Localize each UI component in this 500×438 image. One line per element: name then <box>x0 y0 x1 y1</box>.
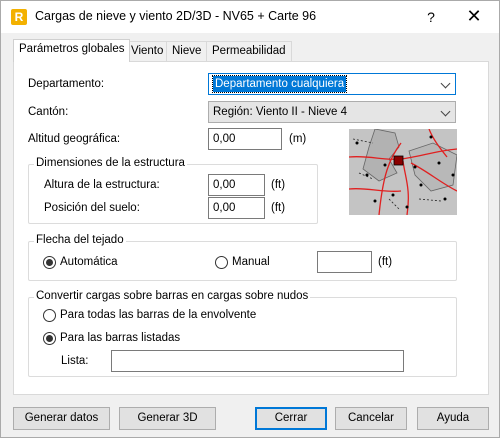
altura-label: Altura de la estructura: <box>44 179 160 191</box>
region-map-image <box>349 129 457 215</box>
tab-permeabilidad[interactable]: Permeabilidad <box>206 41 292 61</box>
todas-barras-radio[interactable] <box>43 309 56 322</box>
app-logo-icon: R <box>11 9 27 25</box>
tab-parametros-globales[interactable]: Parámetros globales <box>13 39 131 62</box>
dimensiones-group <box>28 164 318 224</box>
posicion-input[interactable] <box>208 197 265 219</box>
dialog-window: R Cargas de nieve y viento 2D/3D - NV65 … <box>0 0 500 438</box>
chevron-down-icon <box>440 78 451 89</box>
generar-datos-button[interactable]: Generar datos <box>13 407 110 430</box>
manual-radio[interactable] <box>215 256 228 269</box>
barras-listadas-radio[interactable] <box>43 332 56 345</box>
tab-viento[interactable]: Viento <box>125 41 170 61</box>
cerrar-button[interactable]: Cerrar <box>255 407 327 430</box>
manual-label[interactable]: Manual <box>232 256 270 268</box>
close-button[interactable]: ✕ <box>459 6 489 28</box>
region-map-svg <box>349 129 457 215</box>
altitud-unit: (m) <box>289 133 307 145</box>
flecha-unit: (ft) <box>378 256 393 268</box>
departamento-label: Departamento: <box>28 78 105 90</box>
barras-listadas-label[interactable]: Para las barras listadas <box>60 332 180 344</box>
automatica-label[interactable]: Automática <box>60 256 118 268</box>
automatica-radio[interactable] <box>43 256 56 269</box>
tab-nieve[interactable]: Nieve <box>166 41 208 61</box>
lista-input[interactable] <box>111 350 404 372</box>
altura-input[interactable] <box>208 174 265 196</box>
window-title: Cargas de nieve y viento 2D/3D - NV65 + … <box>35 9 317 23</box>
chevron-down-icon <box>440 106 451 117</box>
altitud-label: Altitud geográfica: <box>28 133 121 145</box>
departamento-select[interactable]: Departamento cualquiera <box>208 73 456 95</box>
canton-value: Región: Viento II - Nieve 4 <box>213 106 348 118</box>
todas-barras-label[interactable]: Para todas las barras de la envolvente <box>60 309 256 321</box>
flecha-group-title: Flecha del tejado <box>34 234 126 246</box>
altitud-input[interactable] <box>208 128 282 150</box>
altura-unit: (ft) <box>271 179 286 191</box>
manual-value-input[interactable] <box>317 251 372 273</box>
title-bar: R Cargas de nieve y viento 2D/3D - NV65 … <box>1 1 499 33</box>
departamento-value: Departamento cualquiera <box>211 75 348 93</box>
help-button[interactable]: ? <box>421 6 441 28</box>
lista-label: Lista: <box>61 355 89 367</box>
generar-3d-button[interactable]: Generar 3D <box>119 407 216 430</box>
canton-select[interactable]: Región: Viento II - Nieve 4 <box>208 101 456 123</box>
dimensiones-group-title: Dimensiones de la estructura <box>34 157 187 169</box>
posicion-unit: (ft) <box>271 202 286 214</box>
ayuda-button[interactable]: Ayuda <box>417 407 489 430</box>
posicion-label: Posición del suelo: <box>44 202 140 214</box>
cancelar-button[interactable]: Cancelar <box>335 407 407 430</box>
convertir-group-title: Convertir cargas sobre barras en cargas … <box>34 290 311 302</box>
canton-label: Cantón: <box>28 106 69 118</box>
